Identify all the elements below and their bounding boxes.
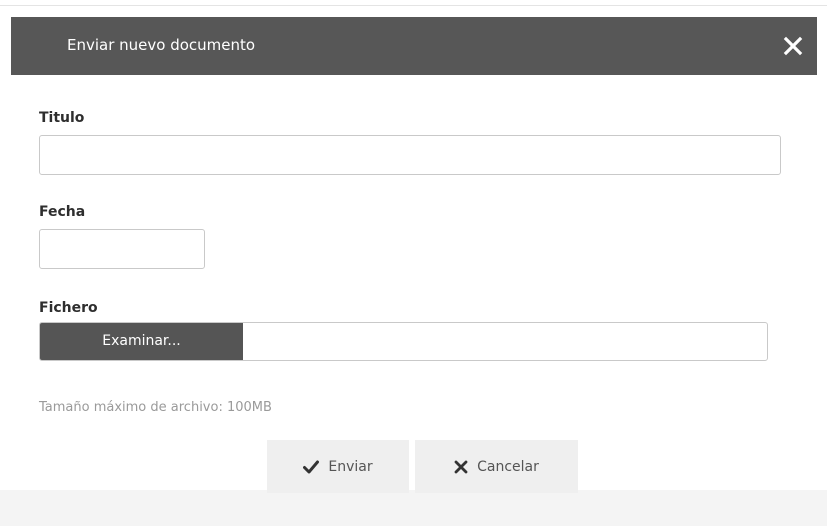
top-divider [0,5,827,6]
dialog-title: Enviar nuevo documento [67,36,256,54]
upload-dialog: Enviar nuevo documento Titulo Fecha Fich… [11,17,817,493]
dialog-header: Enviar nuevo documento [11,17,817,75]
titulo-input[interactable] [39,135,781,175]
footer-band [0,490,827,526]
titulo-label: Titulo [39,110,85,126]
fecha-input[interactable] [39,229,205,269]
cancel-button[interactable]: Cancelar [415,440,578,493]
close-icon [783,36,803,56]
cancel-label: Cancelar [477,458,539,475]
max-size-hint: Tamaño máximo de archivo: 100MB [39,400,272,415]
x-icon [454,460,468,474]
close-button[interactable] [781,34,805,58]
file-picker: Examinar... [39,322,768,361]
fichero-label: Fichero [39,300,98,316]
submit-label: Enviar [328,458,373,475]
checkmark-icon [303,460,320,474]
submit-button[interactable]: Enviar [267,440,409,493]
fecha-label: Fecha [39,204,86,220]
file-name-field[interactable] [244,323,767,360]
browse-button[interactable]: Examinar... [40,323,243,360]
